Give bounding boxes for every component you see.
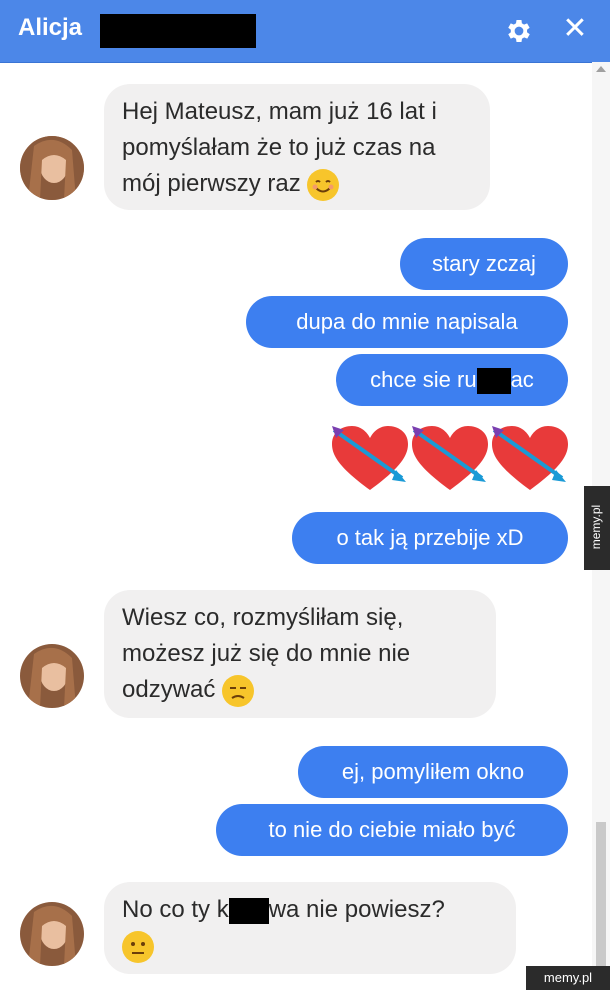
message-text: to nie do ciebie miało być [268, 817, 516, 842]
message-text-part2: wa nie powiesz? [268, 896, 445, 923]
outgoing-message: o tak ją przebije xD [292, 512, 568, 564]
avatar[interactable] [20, 902, 84, 966]
message-text: dupa do mnie napisala [296, 309, 518, 334]
heart-with-arrow-icon [332, 426, 408, 490]
message-text: Wiesz co, rozmyśliłam się, możesz już si… [122, 604, 411, 703]
outgoing-message: ej, pomyliłem okno [298, 746, 568, 798]
message-text: stary zczaj [432, 251, 536, 276]
redacted-word [476, 368, 511, 395]
redacted-word [228, 897, 269, 924]
message-text-part1: chce sie ru [370, 367, 477, 392]
gear-icon[interactable] [504, 16, 534, 46]
scrollbar-thumb[interactable] [596, 822, 606, 982]
chat-header: Alicja ✕ [0, 0, 610, 63]
neutral-face-emoji-icon [122, 930, 154, 963]
message-text: Hej Mateusz, mam już 16 lat i pomyślałam… [122, 98, 437, 197]
contact-name[interactable]: Alicja [18, 14, 82, 42]
incoming-message: Wiesz co, rozmyśliłam się, możesz już si… [104, 590, 496, 718]
message-text-part1: No co ty k [122, 896, 229, 923]
message-text: ej, pomyliłem okno [341, 759, 525, 784]
incoming-message: Hej Mateusz, mam już 16 lat i pomyślałam… [104, 84, 490, 210]
avatar[interactable] [20, 136, 84, 200]
outgoing-message: to nie do ciebie miało być [216, 804, 568, 856]
scroll-up-arrow-icon[interactable] [596, 66, 606, 72]
heart-with-arrow-icon [412, 426, 488, 490]
message-text: o tak ją przebije xD [336, 525, 524, 550]
watermark-side: memy.pl [584, 486, 610, 570]
watermark-text: memy.pl [589, 504, 603, 550]
incoming-message: No co ty k wa nie powiesz? [104, 882, 516, 974]
outgoing-message: dupa do mnie napisala [246, 296, 568, 348]
outgoing-message: chce sie ru ac [336, 354, 568, 406]
unamused-face-emoji-icon [222, 674, 255, 707]
hearts-with-arrows-sticker [332, 426, 568, 490]
watermark-text: memy.pl [543, 970, 593, 985]
close-icon[interactable]: ✕ [560, 14, 590, 44]
avatar[interactable] [20, 644, 84, 708]
watermark-bottom: memy.pl [526, 966, 610, 990]
redacted-surname [100, 14, 256, 48]
heart-with-arrow-icon [492, 426, 568, 490]
smiling-face-emoji-icon [307, 168, 340, 201]
message-text-part2: ac [510, 367, 534, 392]
outgoing-message: stary zczaj [400, 238, 568, 290]
